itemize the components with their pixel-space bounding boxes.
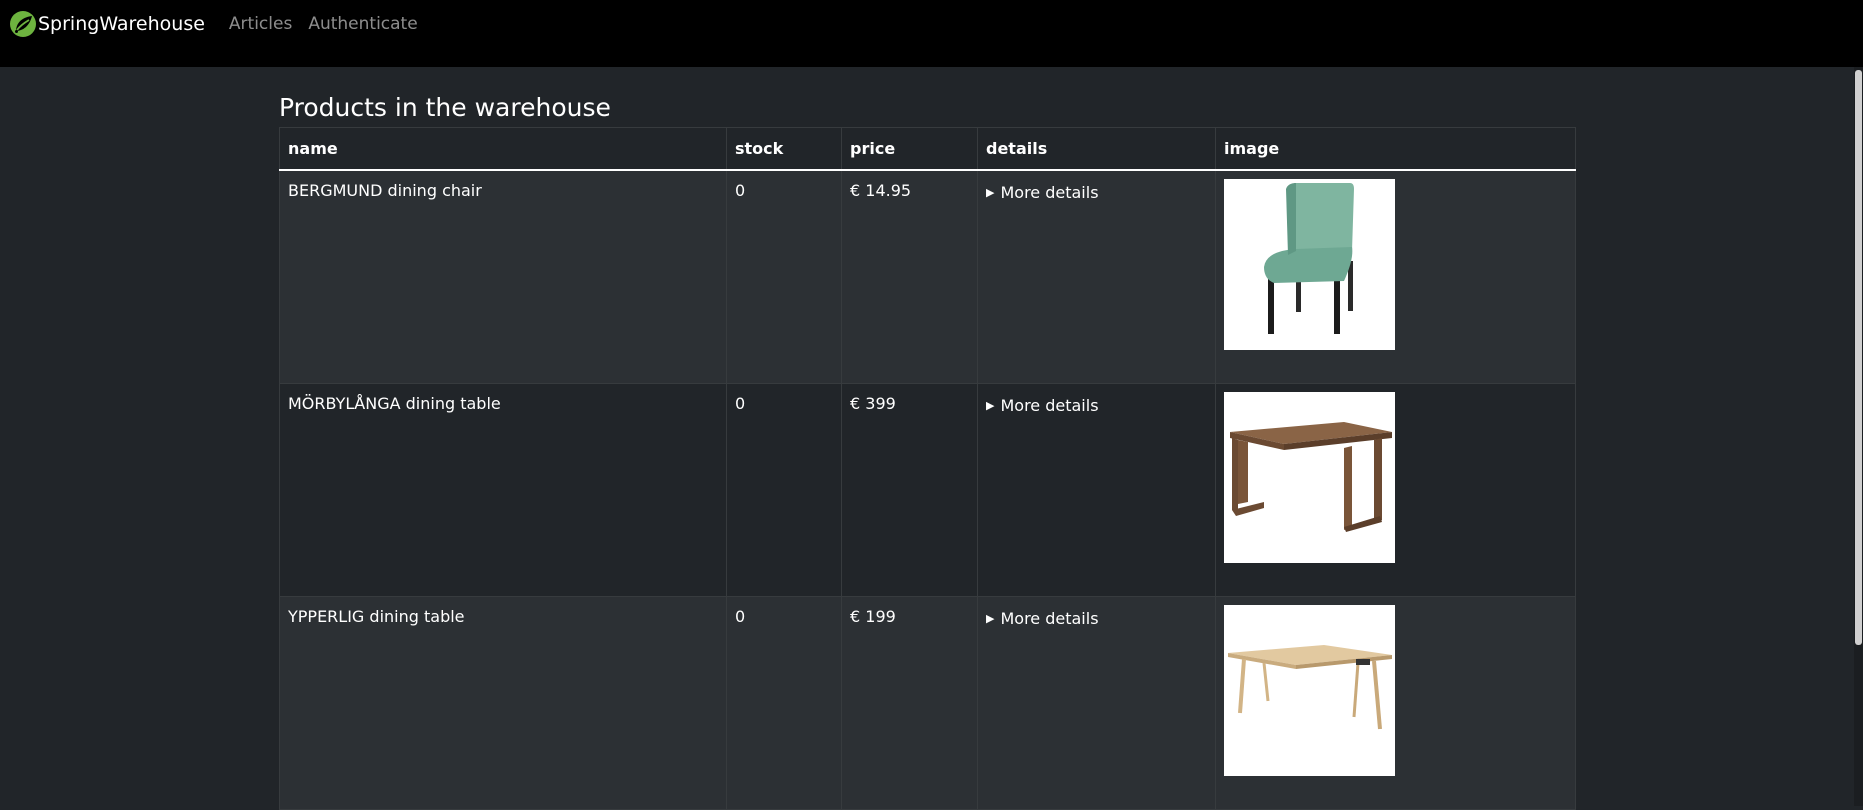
walnut-table-image [1224, 392, 1395, 563]
table-row: BERGMUND dining chair 0 € 14.95 ▶ More d… [279, 169, 1576, 384]
navbar: SpringWarehouse Articles Authenticate [0, 0, 1863, 67]
product-price: € 399 [841, 383, 978, 597]
more-details-label: More details [1000, 396, 1099, 415]
more-details-toggle[interactable]: ▶ More details [986, 396, 1099, 415]
column-header-details: details [977, 127, 1216, 171]
nav-link-authenticate[interactable]: Authenticate [308, 14, 417, 34]
product-stock: 0 [726, 596, 842, 810]
disclosure-triangle-icon: ▶ [986, 612, 995, 625]
product-price: € 14.95 [841, 169, 978, 384]
product-details: ▶ More details [977, 383, 1216, 597]
product-stock: 0 [726, 169, 842, 384]
product-name: MÖRBYLÅNGA dining table [279, 383, 727, 597]
ash-table-image [1224, 605, 1395, 776]
more-details-label: More details [1000, 183, 1099, 202]
brand-link[interactable]: SpringWarehouse [8, 9, 205, 39]
brand-name: SpringWarehouse [38, 12, 205, 35]
product-image-cell [1215, 596, 1576, 810]
chair-image [1224, 179, 1395, 350]
table-header-row: name stock price details image [279, 127, 1576, 171]
table-row: MÖRBYLÅNGA dining table 0 € 399 ▶ More d… [279, 383, 1576, 597]
product-name: BERGMUND dining chair [279, 169, 727, 384]
page-title: Products in the warehouse [279, 93, 611, 122]
product-image-cell [1215, 169, 1576, 384]
disclosure-triangle-icon: ▶ [986, 186, 995, 199]
main-container: Products in the warehouse name stock pri… [279, 67, 1576, 810]
disclosure-triangle-icon: ▶ [986, 399, 995, 412]
product-price: € 199 [841, 596, 978, 810]
table-row: YPPERLIG dining table 0 € 199 ▶ More det… [279, 596, 1576, 810]
product-details: ▶ More details [977, 169, 1216, 384]
more-details-label: More details [1000, 609, 1099, 628]
column-header-name: name [279, 127, 727, 171]
column-header-price: price [841, 127, 978, 171]
product-image-cell [1215, 383, 1576, 597]
page-scrollbar-thumb[interactable] [1855, 70, 1862, 645]
column-header-stock: stock [726, 127, 842, 171]
nav-link-articles[interactable]: Articles [229, 14, 292, 34]
product-name: YPPERLIG dining table [279, 596, 727, 810]
products-table: name stock price details image BERGMUND … [279, 127, 1576, 810]
more-details-toggle[interactable]: ▶ More details [986, 609, 1099, 628]
more-details-toggle[interactable]: ▶ More details [986, 183, 1099, 202]
column-header-image: image [1215, 127, 1576, 171]
spring-leaf-icon [10, 10, 36, 37]
product-stock: 0 [726, 383, 842, 597]
product-details: ▶ More details [977, 596, 1216, 810]
